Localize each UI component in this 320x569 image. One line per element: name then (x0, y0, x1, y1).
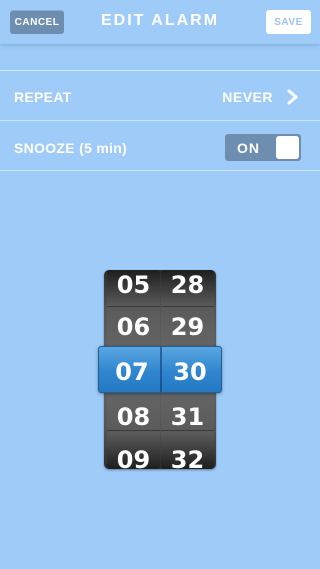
selected-hour: 07 (115, 358, 149, 386)
snooze-label: SNOOZE (5 min) (14, 140, 128, 156)
repeat-value: NEVER (222, 89, 273, 105)
hour-option[interactable]: 09 (107, 446, 160, 469)
hour-option[interactable]: 06 (107, 313, 160, 341)
minute-option[interactable]: 28 (161, 271, 214, 299)
save-button[interactable]: SAVE (266, 10, 311, 34)
divider (0, 70, 320, 71)
minute-option[interactable]: 32 (161, 446, 214, 469)
hour-option[interactable]: 05 (107, 271, 160, 299)
chevron-right-icon (287, 89, 298, 105)
minute-option[interactable]: 29 (161, 313, 214, 341)
hour-option[interactable]: 08 (107, 403, 160, 431)
header-bar: CANCEL EDIT ALARM SAVE (0, 0, 320, 44)
repeat-label: REPEAT (14, 89, 72, 105)
snooze-toggle[interactable]: ON (225, 134, 301, 161)
toggle-knob[interactable] (276, 136, 299, 159)
divider (0, 170, 320, 171)
minute-option[interactable]: 31 (161, 403, 214, 431)
divider (0, 120, 320, 121)
selected-time-indicator: 07 30 (98, 346, 222, 393)
toggle-state-label: ON (237, 140, 260, 156)
divider (107, 306, 160, 307)
divider (161, 306, 214, 307)
selected-minute: 30 (173, 358, 207, 386)
